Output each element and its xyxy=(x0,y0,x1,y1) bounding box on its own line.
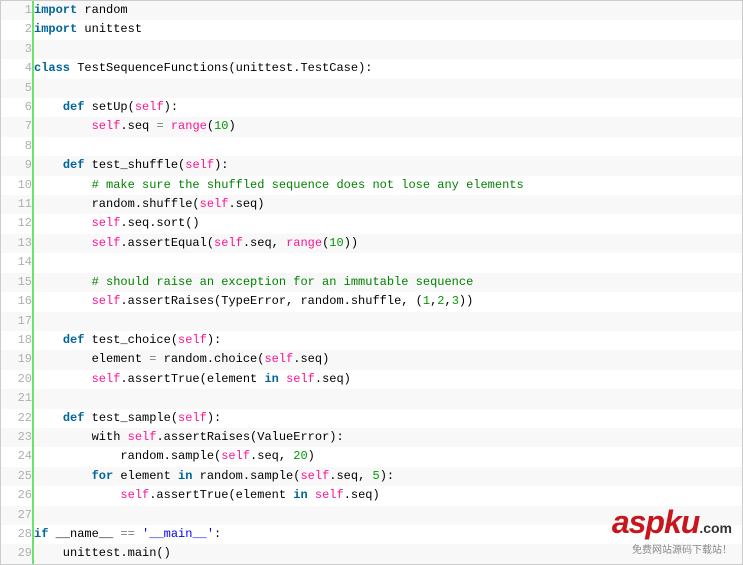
code-line: 22 def test_sample(self): xyxy=(1,409,742,428)
code-content: if __name__ == '__main__': xyxy=(33,525,742,544)
code-content xyxy=(33,40,742,59)
code-content: class TestSequenceFunctions(unittest.Tes… xyxy=(33,59,742,78)
line-number: 9 xyxy=(1,156,33,175)
code-content: random.sample(self.seq, 20) xyxy=(33,447,742,466)
line-number: 25 xyxy=(1,467,33,486)
code-content: import unittest xyxy=(33,20,742,39)
code-line: 13 self.assertEqual(self.seq, range(10)) xyxy=(1,234,742,253)
line-number: 6 xyxy=(1,98,33,117)
code-line: 10 # make sure the shuffled sequence doe… xyxy=(1,176,742,195)
line-number: 10 xyxy=(1,176,33,195)
code-content: self.seq = range(10) xyxy=(33,117,742,136)
code-line: 16 self.assertRaises(TypeError, random.s… xyxy=(1,292,742,311)
code-line: 26 self.assertTrue(element in self.seq) xyxy=(1,486,742,505)
code-line: 23 with self.assertRaises(ValueError): xyxy=(1,428,742,447)
code-line: 25 for element in random.sample(self.seq… xyxy=(1,467,742,486)
line-number: 1 xyxy=(1,1,33,20)
code-content: def setUp(self): xyxy=(33,98,742,117)
code-line: 3 xyxy=(1,40,742,59)
code-line: 7 self.seq = range(10) xyxy=(1,117,742,136)
line-number: 22 xyxy=(1,409,33,428)
code-content: for element in random.sample(self.seq, 5… xyxy=(33,467,742,486)
code-line: 4class TestSequenceFunctions(unittest.Te… xyxy=(1,59,742,78)
code-content: self.assertRaises(TypeError, random.shuf… xyxy=(33,292,742,311)
code-line: 24 random.sample(self.seq, 20) xyxy=(1,447,742,466)
code-content: import random xyxy=(33,1,742,20)
code-line: 11 random.shuffle(self.seq) xyxy=(1,195,742,214)
line-number: 14 xyxy=(1,253,33,272)
code-content: def test_sample(self): xyxy=(33,409,742,428)
code-line: 20 self.assertTrue(element in self.seq) xyxy=(1,370,742,389)
code-line: 21 xyxy=(1,389,742,408)
code-content: with self.assertRaises(ValueError): xyxy=(33,428,742,447)
code-content xyxy=(33,253,742,272)
code-content xyxy=(33,312,742,331)
code-content: unittest.main() xyxy=(33,544,742,563)
code-content: # make sure the shuffled sequence does n… xyxy=(33,176,742,195)
line-number: 19 xyxy=(1,350,33,369)
line-number: 23 xyxy=(1,428,33,447)
code-line: 29 unittest.main() xyxy=(1,544,742,563)
code-line: 12 self.seq.sort() xyxy=(1,214,742,233)
code-content: # should raise an exception for an immut… xyxy=(33,273,742,292)
code-content: random.shuffle(self.seq) xyxy=(33,195,742,214)
code-table: 1import random2import unittest3 4class T… xyxy=(1,1,742,564)
line-number: 27 xyxy=(1,506,33,525)
line-number: 28 xyxy=(1,525,33,544)
code-line: 9 def test_shuffle(self): xyxy=(1,156,742,175)
code-line: 14 xyxy=(1,253,742,272)
code-content: self.assertTrue(element in self.seq) xyxy=(33,370,742,389)
code-content: self.seq.sort() xyxy=(33,214,742,233)
line-number: 7 xyxy=(1,117,33,136)
code-line: 1import random xyxy=(1,1,742,20)
line-number: 17 xyxy=(1,312,33,331)
line-number: 29 xyxy=(1,544,33,563)
code-line: 2import unittest xyxy=(1,20,742,39)
line-number: 12 xyxy=(1,214,33,233)
code-content: self.assertEqual(self.seq, range(10)) xyxy=(33,234,742,253)
line-number: 13 xyxy=(1,234,33,253)
code-line: 19 element = random.choice(self.seq) xyxy=(1,350,742,369)
line-number: 8 xyxy=(1,137,33,156)
code-line: 17 xyxy=(1,312,742,331)
line-number: 3 xyxy=(1,40,33,59)
line-number: 2 xyxy=(1,20,33,39)
code-line: 15 # should raise an exception for an im… xyxy=(1,273,742,292)
code-content: def test_choice(self): xyxy=(33,331,742,350)
line-number: 15 xyxy=(1,273,33,292)
line-number: 18 xyxy=(1,331,33,350)
line-number: 21 xyxy=(1,389,33,408)
code-content: self.assertTrue(element in self.seq) xyxy=(33,486,742,505)
code-line: 5 xyxy=(1,79,742,98)
code-line: 18 def test_choice(self): xyxy=(1,331,742,350)
line-number: 5 xyxy=(1,79,33,98)
code-content xyxy=(33,389,742,408)
line-number: 26 xyxy=(1,486,33,505)
code-content xyxy=(33,137,742,156)
line-number: 4 xyxy=(1,59,33,78)
code-content xyxy=(33,79,742,98)
line-number: 11 xyxy=(1,195,33,214)
code-content xyxy=(33,506,742,525)
code-content: element = random.choice(self.seq) xyxy=(33,350,742,369)
line-number: 24 xyxy=(1,447,33,466)
line-number: 20 xyxy=(1,370,33,389)
line-number: 16 xyxy=(1,292,33,311)
code-line: 28if __name__ == '__main__': xyxy=(1,525,742,544)
code-line: 6 def setUp(self): xyxy=(1,98,742,117)
code-line: 27 xyxy=(1,506,742,525)
code-line: 8 xyxy=(1,137,742,156)
code-content: def test_shuffle(self): xyxy=(33,156,742,175)
